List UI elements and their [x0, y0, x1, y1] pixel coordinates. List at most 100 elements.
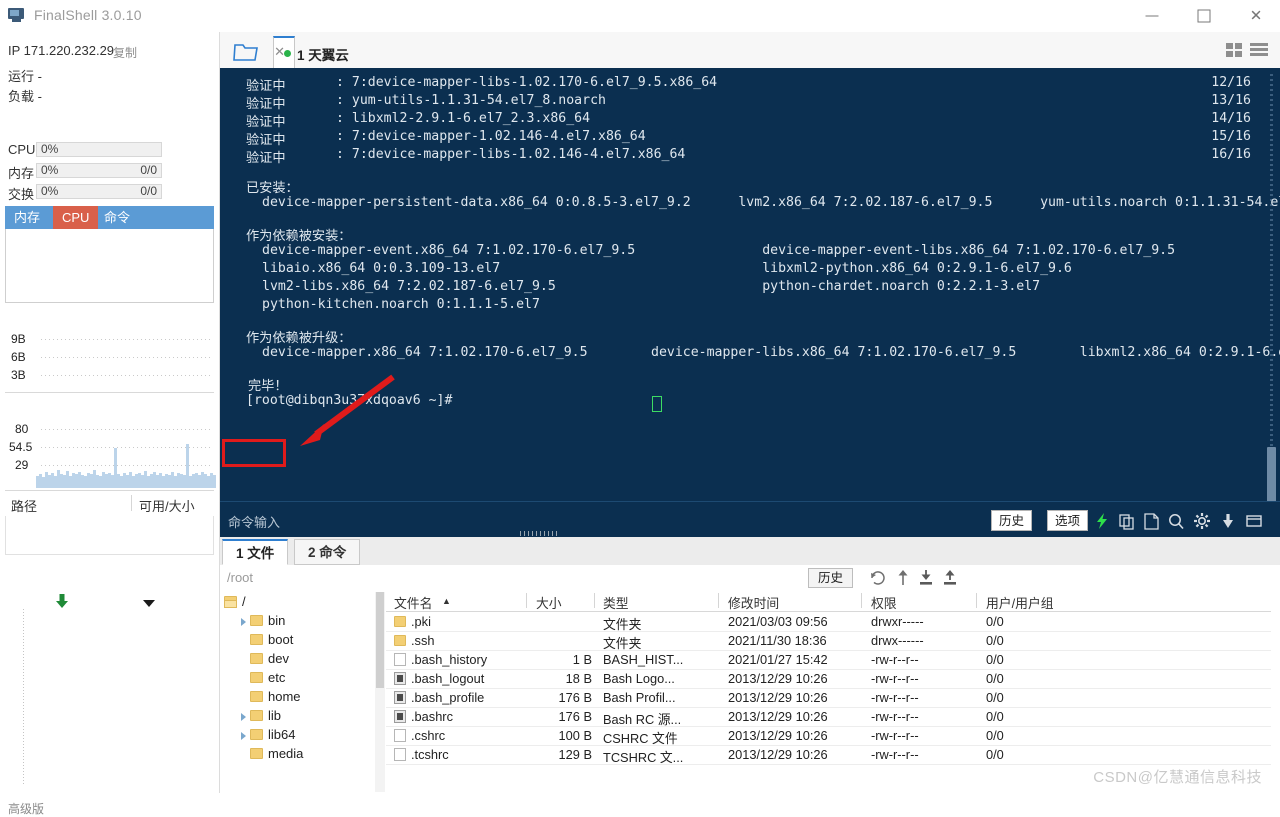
column-header-4[interactable]: 权限: [871, 593, 897, 612]
terminal-line: 已安装：: [246, 181, 299, 196]
folder-icon: [394, 616, 406, 627]
search-icon[interactable]: [1166, 511, 1186, 531]
command-options-button[interactable]: 选项: [1046, 510, 1088, 531]
paste-icon[interactable]: [1141, 511, 1161, 531]
close-icon[interactable]: ✕: [274, 44, 285, 60]
terminal-output[interactable]: 验证中: 7:device-mapper-libs-1.02.170-6.el7…: [220, 68, 1280, 537]
file-permissions: drwx------: [871, 633, 924, 648]
file-name: .tcshrc: [411, 747, 449, 762]
download-icon[interactable]: [916, 569, 936, 587]
tab-files[interactable]: 1 文件: [222, 539, 289, 565]
download-icon[interactable]: [1218, 511, 1238, 531]
file-name: .pki: [411, 614, 431, 629]
close-button[interactable]: ✕: [1232, 0, 1280, 31]
lightning-icon[interactable]: [1092, 511, 1112, 531]
terminal-line: lvm2-libs.x86_64 7:2.02.187-6.el7_9.5 py…: [262, 279, 1041, 294]
folder-icon: [250, 634, 263, 645]
tree-node-media[interactable]: media: [220, 745, 386, 764]
table-row[interactable]: .bash_logout 18 B Bash Logo... 2013/12/29 1…: [386, 669, 1280, 689]
file-owner: 0/0: [986, 747, 1004, 762]
chevron-right-icon[interactable]: [241, 618, 246, 626]
column-header-1[interactable]: 大小: [536, 593, 562, 612]
sidebar-tab-command[interactable]: 命令: [95, 206, 139, 229]
tree-node-home[interactable]: home: [220, 688, 386, 707]
status-sidebar: IP 171.220.232.29 复制 运行 - 负载 - CPU 0% 内存…: [0, 32, 220, 816]
table-row[interactable]: .ssh 文件夹 2021/11/30 18:36 drwx------ 0/0: [386, 631, 1280, 651]
command-input[interactable]: 命令输入: [228, 512, 280, 531]
folder-icon: [250, 729, 263, 740]
terminal-tab-1[interactable]: 1 天翼云 ✕: [273, 36, 349, 68]
file-name: .bashrc: [411, 709, 453, 724]
folder-icon: [250, 653, 263, 664]
tab-commands[interactable]: 2 命令: [294, 539, 361, 565]
chevron-right-icon[interactable]: [241, 732, 246, 740]
table-row[interactable]: .pki 文件夹 2021/03/03 09:56 drwxr----- 0/0: [386, 612, 1280, 632]
refresh-icon[interactable]: [868, 569, 888, 587]
directory-tree[interactable]: / bin boot dev etc home lib lib64 media: [220, 591, 387, 793]
file-owner: 0/0: [986, 614, 1004, 629]
file-list[interactable]: 文件名 ▲ 大小 类型 修改时间 权限 用户/用户组 .pki 文件夹 2021/03/03 0…: [386, 591, 1280, 793]
table-row[interactable]: .bash_profile 176 B Bash Profil... 2013/12/…: [386, 688, 1280, 708]
file-mtime: 2013/12/29 10:26: [728, 671, 828, 686]
file-history-button[interactable]: 历史: [808, 568, 854, 588]
tree-node-dev[interactable]: dev: [220, 650, 386, 669]
folder-icon: [224, 596, 237, 608]
file-permissions: -rw-r--r--: [871, 728, 919, 743]
tree-node-boot[interactable]: boot: [220, 631, 386, 650]
file-icon: [394, 748, 406, 761]
file-permissions: drwxr-----: [871, 614, 924, 629]
file-permissions: -rw-r--r--: [871, 709, 919, 724]
command-history-button[interactable]: 历史: [990, 510, 1032, 531]
minimize-button[interactable]: [1128, 0, 1176, 31]
memory-meter-value: 0%: [41, 163, 59, 177]
gear-icon[interactable]: [1192, 511, 1212, 531]
column-header-0[interactable]: 文件名: [394, 593, 432, 612]
tree-node-bin[interactable]: bin: [220, 612, 386, 631]
file-mtime: 2013/12/29 10:26: [728, 747, 828, 762]
list-view-icon[interactable]: [1250, 43, 1268, 57]
chevron-down-icon[interactable]: [143, 600, 155, 607]
swap-meter-label: 交换: [8, 187, 35, 202]
disk-usage-body: [5, 516, 214, 555]
copy-ip-button[interactable]: 复制: [113, 44, 137, 61]
column-header-3[interactable]: 修改时间: [728, 593, 779, 612]
open-folder-icon[interactable]: [230, 38, 264, 64]
file-list-scrollbar[interactable]: [1271, 591, 1280, 793]
current-path[interactable]: /root: [227, 570, 253, 585]
copy-icon[interactable]: [1117, 511, 1137, 531]
disk-avail-col: 可用/大小: [139, 499, 195, 514]
swap-meter-right: 0/0: [140, 184, 157, 198]
doc-icon: [394, 710, 406, 723]
file-owner: 0/0: [986, 709, 1004, 724]
table-row[interactable]: .cshrc 100 B CSHRC 文件 2013/12/29 10:26 -rw-r…: [386, 726, 1280, 746]
server-ip: IP 171.220.232.29: [8, 43, 115, 58]
table-row[interactable]: .tcshrc 129 B TCSHRC 文... 2013/12/29 10:26 -…: [386, 745, 1280, 765]
upload-icon[interactable]: [940, 569, 960, 587]
net-tick-2: 3B: [11, 368, 26, 382]
terminal-line: device-mapper-persistent-data.x86_64 0:0…: [262, 195, 1280, 210]
tree-node-lib[interactable]: lib: [220, 707, 386, 726]
tree-node-etc[interactable]: etc: [220, 669, 386, 688]
folder-icon: [250, 615, 263, 626]
cpu-meter-label: CPU: [8, 142, 36, 157]
sidebar-tab-cpu[interactable]: CPU: [53, 206, 99, 229]
window-icon[interactable]: [1244, 511, 1264, 531]
column-header-2[interactable]: 类型: [603, 593, 629, 612]
monitor-icon: [8, 7, 26, 23]
table-row[interactable]: .bashrc 176 B Bash RC 源... 2013/12/29 10:26…: [386, 707, 1280, 727]
file-owner: 0/0: [986, 690, 1004, 705]
table-row[interactable]: .bash_history 1 B BASH_HIST... 2021/01/27 1…: [386, 650, 1280, 670]
tree-node-[interactable]: /: [220, 593, 386, 612]
tree-node-lib64[interactable]: lib64: [220, 726, 386, 745]
sidebar-tab-memory[interactable]: 内存: [5, 206, 49, 229]
chevron-right-icon[interactable]: [241, 713, 246, 721]
maximize-button[interactable]: [1180, 0, 1228, 31]
panel-resize-handle[interactable]: [520, 531, 560, 536]
swap-meter: 0% 0/0: [36, 184, 162, 199]
folder-icon: [250, 748, 263, 759]
grid-view-icon[interactable]: [1226, 42, 1244, 58]
column-header-5[interactable]: 用户/用户组: [986, 593, 1054, 612]
sort-ascending-icon: ▲: [442, 596, 451, 606]
file-permissions: -rw-r--r--: [871, 747, 919, 762]
parent-folder-icon[interactable]: [893, 569, 913, 587]
